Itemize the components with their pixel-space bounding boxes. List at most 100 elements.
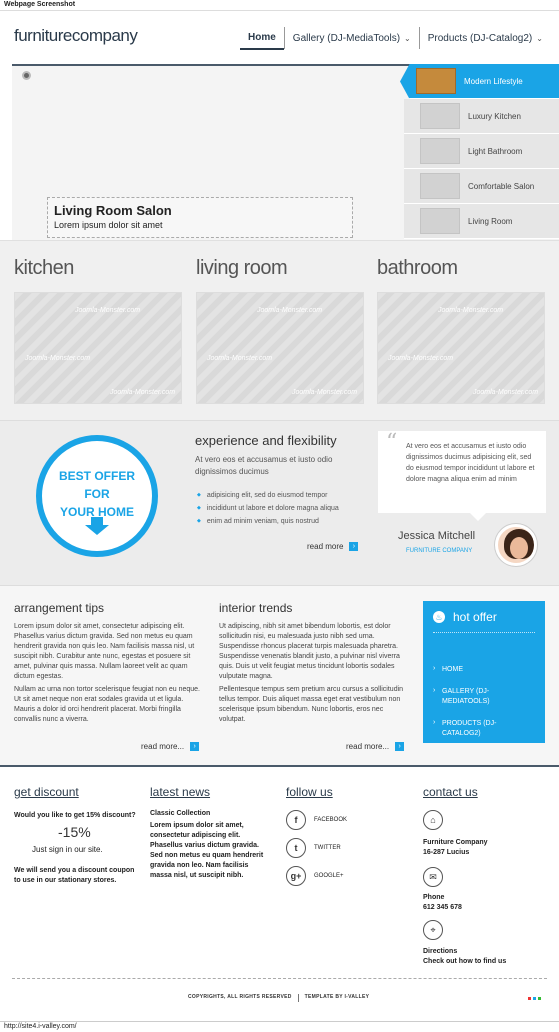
best-offer-badge[interactable]: BEST OFFER FOR YOUR HOME bbox=[36, 435, 158, 557]
hot-offer-link-products[interactable]: PRODUCTS (DJ-CATALOG2) bbox=[433, 718, 535, 739]
nav-gallery[interactable]: Gallery (DJ-MediaTools) ⌄ bbox=[285, 26, 419, 50]
room-card-kitchen[interactable]: kitchen Joomla-Monster.com Joomla-Monste… bbox=[14, 257, 182, 404]
list-item: incididunt ut labore et dolore magna ali… bbox=[197, 502, 339, 515]
news-item-text: Lorem ipsum dolor sit amet, consectetur … bbox=[150, 822, 264, 879]
testimonial-tail bbox=[470, 513, 486, 521]
social-twitter[interactable]: t TWITTER bbox=[286, 838, 341, 858]
status-url: http://site4.i-valley.com/ bbox=[4, 1023, 77, 1030]
slider-thumb-light-bathroom[interactable]: Light Bathroom bbox=[404, 134, 559, 169]
watermark: Joomla-Monster.com bbox=[110, 389, 176, 396]
phone-icon: ✉ bbox=[423, 867, 443, 887]
nav-home-label: Home bbox=[248, 31, 276, 43]
nav-home[interactable]: Home bbox=[240, 26, 284, 50]
trends-text: Ut adipiscing, nibh sit amet bibendum lo… bbox=[219, 622, 409, 728]
chevron-down-icon: ⌄ bbox=[536, 33, 543, 43]
flame-icon: ♨ bbox=[433, 611, 445, 623]
room-card-living-room[interactable]: living room Joomla-Monster.com Joomla-Mo… bbox=[196, 257, 364, 404]
read-more-label: read more... bbox=[141, 742, 185, 751]
trends-title: interior trends bbox=[219, 601, 293, 615]
social-label: TWITTER bbox=[314, 845, 341, 851]
dot bbox=[533, 997, 536, 1000]
room-title[interactable]: kitchen bbox=[14, 257, 182, 280]
tips-read-more[interactable]: read more... › bbox=[141, 742, 200, 751]
facebook-icon: f bbox=[286, 810, 306, 830]
slider-thumb-modern-lifestyle[interactable]: Modern Lifestyle bbox=[400, 64, 559, 99]
status-bar: http://site4.i-valley.com/ bbox=[0, 1021, 559, 1032]
watermark: Joomla-Monster.com bbox=[388, 355, 454, 362]
dot bbox=[538, 997, 541, 1000]
discount-question: Would you like to get 15% discount? bbox=[14, 812, 136, 819]
info-section: arrangement tips Lorem ipsum dolor sit a… bbox=[0, 585, 559, 765]
room-card-bathroom[interactable]: bathroom Joomla-Monster.com Joomla-Monst… bbox=[377, 257, 545, 404]
social-facebook[interactable]: f FACEBOOK bbox=[286, 810, 347, 830]
news-item-title[interactable]: Classic Collection bbox=[150, 809, 210, 819]
follow-title: follow us bbox=[286, 785, 333, 799]
read-more-label: read more... bbox=[346, 742, 390, 751]
watermark: Joomla-Monster.com bbox=[25, 355, 91, 362]
slide-caption-subtitle: Lorem ipsum dolor sit amet bbox=[54, 220, 163, 230]
slider-thumb-living-room[interactable]: Living Room bbox=[404, 204, 559, 239]
room-title[interactable]: living room bbox=[196, 257, 364, 280]
hero-slider[interactable]: Living Room Salon Lorem ipsum dolor sit … bbox=[12, 64, 559, 240]
hot-offer-box: ♨hot offer HOME GALLERY (DJ-MEDIATOOLS) … bbox=[423, 601, 545, 743]
tips-title: arrangement tips bbox=[14, 601, 105, 615]
experience-read-more[interactable]: read more › bbox=[307, 542, 359, 551]
chevron-down-icon: ⌄ bbox=[404, 33, 411, 43]
news-title: latest news bbox=[150, 785, 211, 799]
tips-text: Lorem ipsum dolor sit amet, consectetur … bbox=[14, 622, 204, 728]
room-title[interactable]: bathroom bbox=[377, 257, 545, 280]
testimonial-author: Jessica Mitchell bbox=[398, 530, 476, 542]
social-label: FACEBOOK bbox=[314, 817, 348, 823]
contact-directions-label: Directions bbox=[423, 948, 458, 955]
contact-directions-link[interactable]: Check out how to find us bbox=[423, 957, 506, 967]
rooms-section: kitchen Joomla-Monster.com Joomla-Monste… bbox=[0, 240, 559, 420]
thumb-image bbox=[416, 68, 456, 94]
thumb-image bbox=[420, 103, 460, 129]
testimonial-text: At vero eos et accusamus et iusto odio d… bbox=[406, 443, 535, 483]
room-image[interactable]: Joomla-Monster.com Joomla-Monster.com Jo… bbox=[196, 292, 364, 404]
page-title-bar: Webpage Screenshot bbox=[0, 0, 559, 11]
trends-read-more[interactable]: read more... › bbox=[346, 742, 405, 751]
list-item: adipisicing elit, sed do eiusmod tempor bbox=[197, 489, 339, 502]
template-credit[interactable]: TEMPLATE BY I-VALLEY bbox=[305, 994, 370, 1002]
home-icon: ⌂ bbox=[423, 810, 443, 830]
copyright-bar: COPYRIGHTS, ALL RIGHTS RESERVED TEMPLATE… bbox=[188, 994, 369, 1002]
color-dots bbox=[528, 997, 541, 1000]
main-nav: Home Gallery (DJ-MediaTools) ⌄ Products (… bbox=[240, 26, 551, 50]
thumb-label: Living Room bbox=[468, 216, 513, 226]
trends-paragraph: Ut adipiscing, nibh sit amet bibendum lo… bbox=[219, 623, 400, 680]
slider-play-icon[interactable] bbox=[22, 71, 31, 80]
thumb-image bbox=[420, 173, 460, 199]
slider-thumbnails: Modern Lifestyle Luxury Kitchen Light Ba… bbox=[400, 64, 559, 239]
room-image[interactable]: Joomla-Monster.com Joomla-Monster.com Jo… bbox=[377, 292, 545, 404]
arrow-right-icon: › bbox=[190, 742, 200, 751]
nav-gallery-label: Gallery (DJ-MediaTools) bbox=[292, 32, 401, 44]
divider bbox=[433, 632, 535, 633]
site-header: furniturecompany Home Gallery (DJ-MediaT… bbox=[0, 12, 559, 64]
site-logo[interactable]: furniturecompany bbox=[14, 26, 138, 46]
contact-address: 16-287 Lucius bbox=[423, 849, 470, 856]
experience-list: adipisicing elit, sed do eiusmod tempor … bbox=[197, 489, 339, 528]
discount-cta[interactable]: Just sign in our site. bbox=[32, 845, 103, 855]
social-label: GOOGLE+ bbox=[314, 873, 344, 879]
slider-thumb-luxury-kitchen[interactable]: Luxury Kitchen bbox=[404, 99, 559, 134]
hot-offer-link-gallery[interactable]: GALLERY (DJ-MEDIATOOLS) bbox=[433, 686, 535, 707]
hot-offer-link-home[interactable]: HOME bbox=[433, 664, 535, 675]
read-more-label: read more bbox=[307, 542, 344, 551]
nav-products[interactable]: Products (DJ-Catalog2) ⌄ bbox=[420, 26, 551, 50]
slider-thumb-comfortable-salon[interactable]: Comfortable Salon bbox=[404, 169, 559, 204]
thumb-label: Comfortable Salon bbox=[468, 181, 535, 191]
thumb-label: Luxury Kitchen bbox=[468, 111, 521, 121]
site-footer: get discount Would you like to get 15% d… bbox=[0, 765, 559, 1020]
watermark: Joomla-Monster.com bbox=[438, 307, 504, 314]
google-plus-icon: g+ bbox=[286, 866, 306, 886]
nav-products-label: Products (DJ-Catalog2) bbox=[427, 32, 533, 44]
watermark: Joomla-Monster.com bbox=[75, 307, 141, 314]
testimonial-company: FURNITURE COMPANY bbox=[406, 548, 473, 554]
hot-offer-label: hot offer bbox=[453, 610, 497, 624]
offer-section: BEST OFFER FOR YOUR HOME experience and … bbox=[0, 420, 559, 585]
thumb-image bbox=[420, 138, 460, 164]
divider bbox=[297, 994, 299, 1002]
room-image[interactable]: Joomla-Monster.com Joomla-Monster.com Jo… bbox=[14, 292, 182, 404]
social-google-plus[interactable]: g+ GOOGLE+ bbox=[286, 866, 344, 886]
